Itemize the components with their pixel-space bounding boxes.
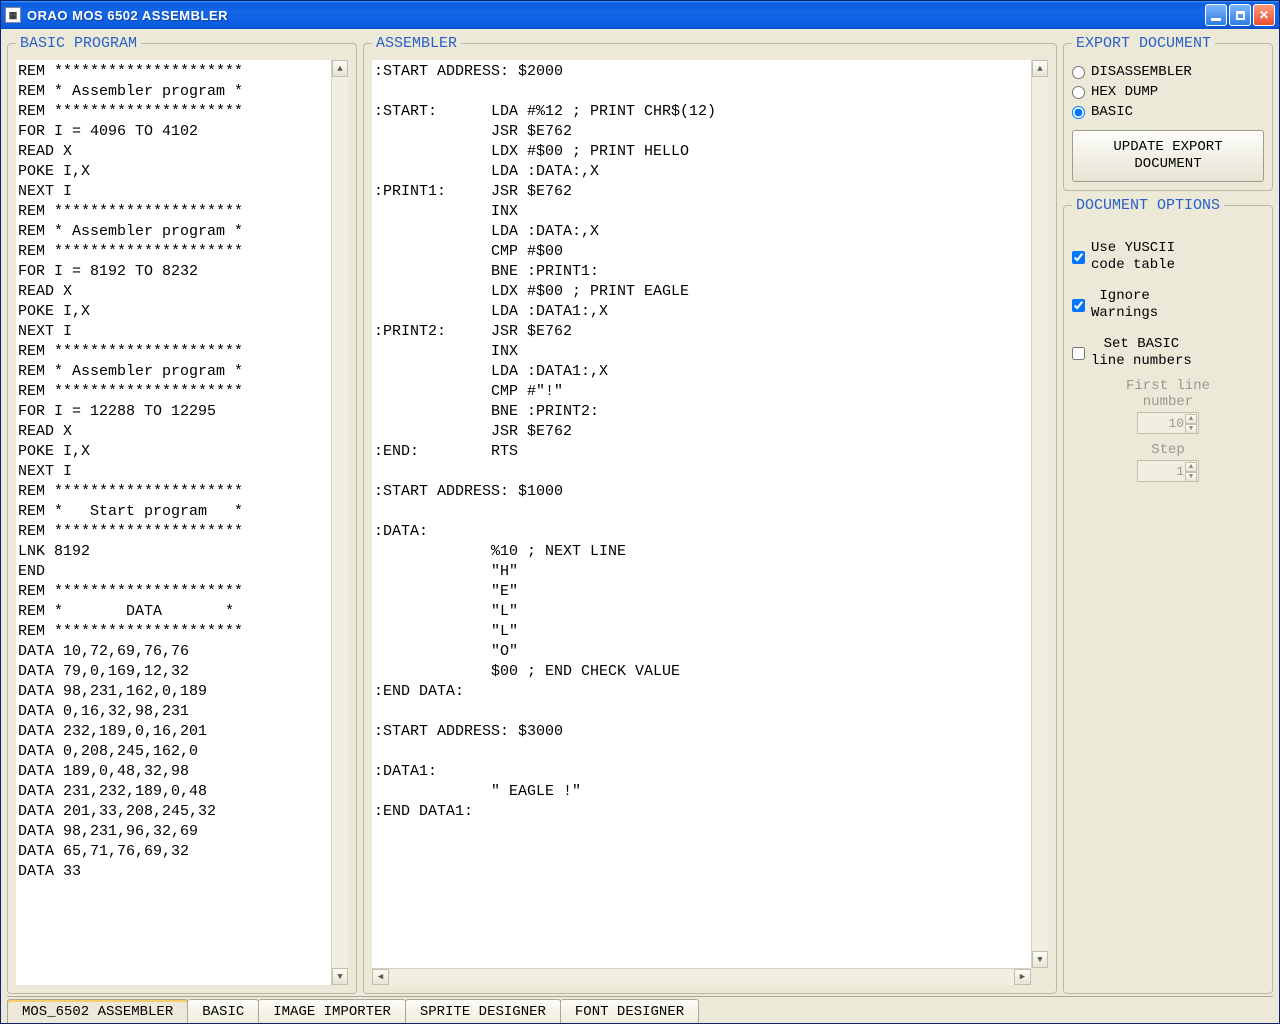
spin-down-icon[interactable]: ▼	[1185, 472, 1197, 482]
first-line-group: First line number 10 ▲▼	[1072, 378, 1264, 434]
check-yuscii-label: Use YUSCII code table	[1091, 240, 1175, 274]
check-set-line-numbers-label: Set BASIC line numbers	[1091, 336, 1192, 370]
scroll-down-icon[interactable]: ▼	[332, 968, 348, 985]
check-set-line-numbers[interactable]: Set BASIC line numbers	[1072, 336, 1264, 370]
radio-basic-label: BASIC	[1091, 104, 1133, 120]
scroll-up-icon[interactable]: ▲	[1032, 60, 1048, 77]
radio-disassembler-label: DISASSEMBLER	[1091, 64, 1192, 80]
check-set-line-numbers-input[interactable]	[1072, 347, 1085, 360]
assembler-scrollbar-v[interactable]: ▲ ▼	[1031, 60, 1048, 968]
first-line-number-input[interactable]: 10 ▲▼	[1137, 412, 1199, 434]
basic-scrollbar-v[interactable]: ▲ ▼	[331, 60, 348, 985]
maximize-button[interactable]	[1229, 4, 1251, 26]
assembler-legend: ASSEMBLER	[372, 35, 461, 52]
radio-disassembler-input[interactable]	[1072, 66, 1085, 79]
basic-program-legend: BASIC PROGRAM	[16, 35, 141, 52]
update-export-button[interactable]: UPDATE EXPORT DOCUMENT	[1072, 130, 1264, 182]
tab-assembler[interactable]: MOS_6502 ASSEMBLER	[7, 999, 188, 1023]
step-input[interactable]: 1 ▲▼	[1137, 460, 1199, 482]
radio-basic[interactable]: BASIC	[1072, 104, 1264, 120]
radio-hexdump-label: HEX DUMP	[1091, 84, 1158, 100]
scroll-up-icon[interactable]: ▲	[332, 60, 348, 77]
check-ignore-warnings[interactable]: Ignore Warnings	[1072, 288, 1264, 322]
tab-basic[interactable]: BASIC	[187, 999, 259, 1023]
scroll-right-icon[interactable]: ▶	[1014, 969, 1031, 985]
titlebar: ▦ ORAO MOS 6502 ASSEMBLER ✕	[1, 1, 1279, 29]
step-label: Step	[1151, 442, 1185, 458]
spin-up-icon[interactable]: ▲	[1185, 462, 1197, 472]
check-yuscii[interactable]: Use YUSCII code table	[1072, 240, 1264, 274]
radio-basic-input[interactable]	[1072, 106, 1085, 119]
document-options-panel: DOCUMENT OPTIONS Use YUSCII code table I…	[1063, 197, 1273, 994]
radio-hexdump[interactable]: HEX DUMP	[1072, 84, 1264, 100]
check-yuscii-input[interactable]	[1072, 251, 1085, 264]
basic-program-panel: BASIC PROGRAM ▲ ▼	[7, 35, 357, 994]
assembler-code-editor[interactable]	[372, 60, 1031, 968]
export-document-panel: EXPORT DOCUMENT DISASSEMBLER HEX DUMP BA…	[1063, 35, 1273, 191]
first-line-value: 10	[1168, 416, 1184, 431]
options-legend: DOCUMENT OPTIONS	[1072, 197, 1224, 214]
tab-sprite-designer[interactable]: SPRITE DESIGNER	[405, 999, 561, 1023]
assembler-panel: ASSEMBLER ▲ ▼ ◀	[363, 35, 1057, 994]
radio-hexdump-input[interactable]	[1072, 86, 1085, 99]
app-icon: ▦	[5, 7, 21, 23]
spin-down-icon[interactable]: ▼	[1185, 424, 1197, 434]
minimize-button[interactable]	[1205, 4, 1227, 26]
tab-image-importer[interactable]: IMAGE IMPORTER	[258, 999, 406, 1023]
window-title: ORAO MOS 6502 ASSEMBLER	[27, 8, 1205, 23]
export-legend: EXPORT DOCUMENT	[1072, 35, 1215, 52]
close-button[interactable]: ✕	[1253, 4, 1275, 26]
check-ignore-warnings-label: Ignore Warnings	[1091, 288, 1158, 322]
scroll-down-icon[interactable]: ▼	[1032, 951, 1048, 968]
first-line-label: First line number	[1126, 378, 1210, 410]
tab-font-designer[interactable]: FONT DESIGNER	[560, 999, 699, 1023]
spin-up-icon[interactable]: ▲	[1185, 414, 1197, 424]
step-group: Step 1 ▲▼	[1072, 442, 1264, 482]
assembler-scrollbar-h[interactable]: ◀ ▶	[372, 968, 1031, 985]
check-ignore-warnings-input[interactable]	[1072, 299, 1085, 312]
step-value: 1	[1176, 464, 1184, 479]
radio-disassembler[interactable]: DISASSEMBLER	[1072, 64, 1264, 80]
basic-code-editor[interactable]	[16, 60, 331, 985]
scroll-left-icon[interactable]: ◀	[372, 969, 389, 985]
tab-bar: MOS_6502 ASSEMBLER BASIC IMAGE IMPORTER …	[1, 997, 1279, 1023]
